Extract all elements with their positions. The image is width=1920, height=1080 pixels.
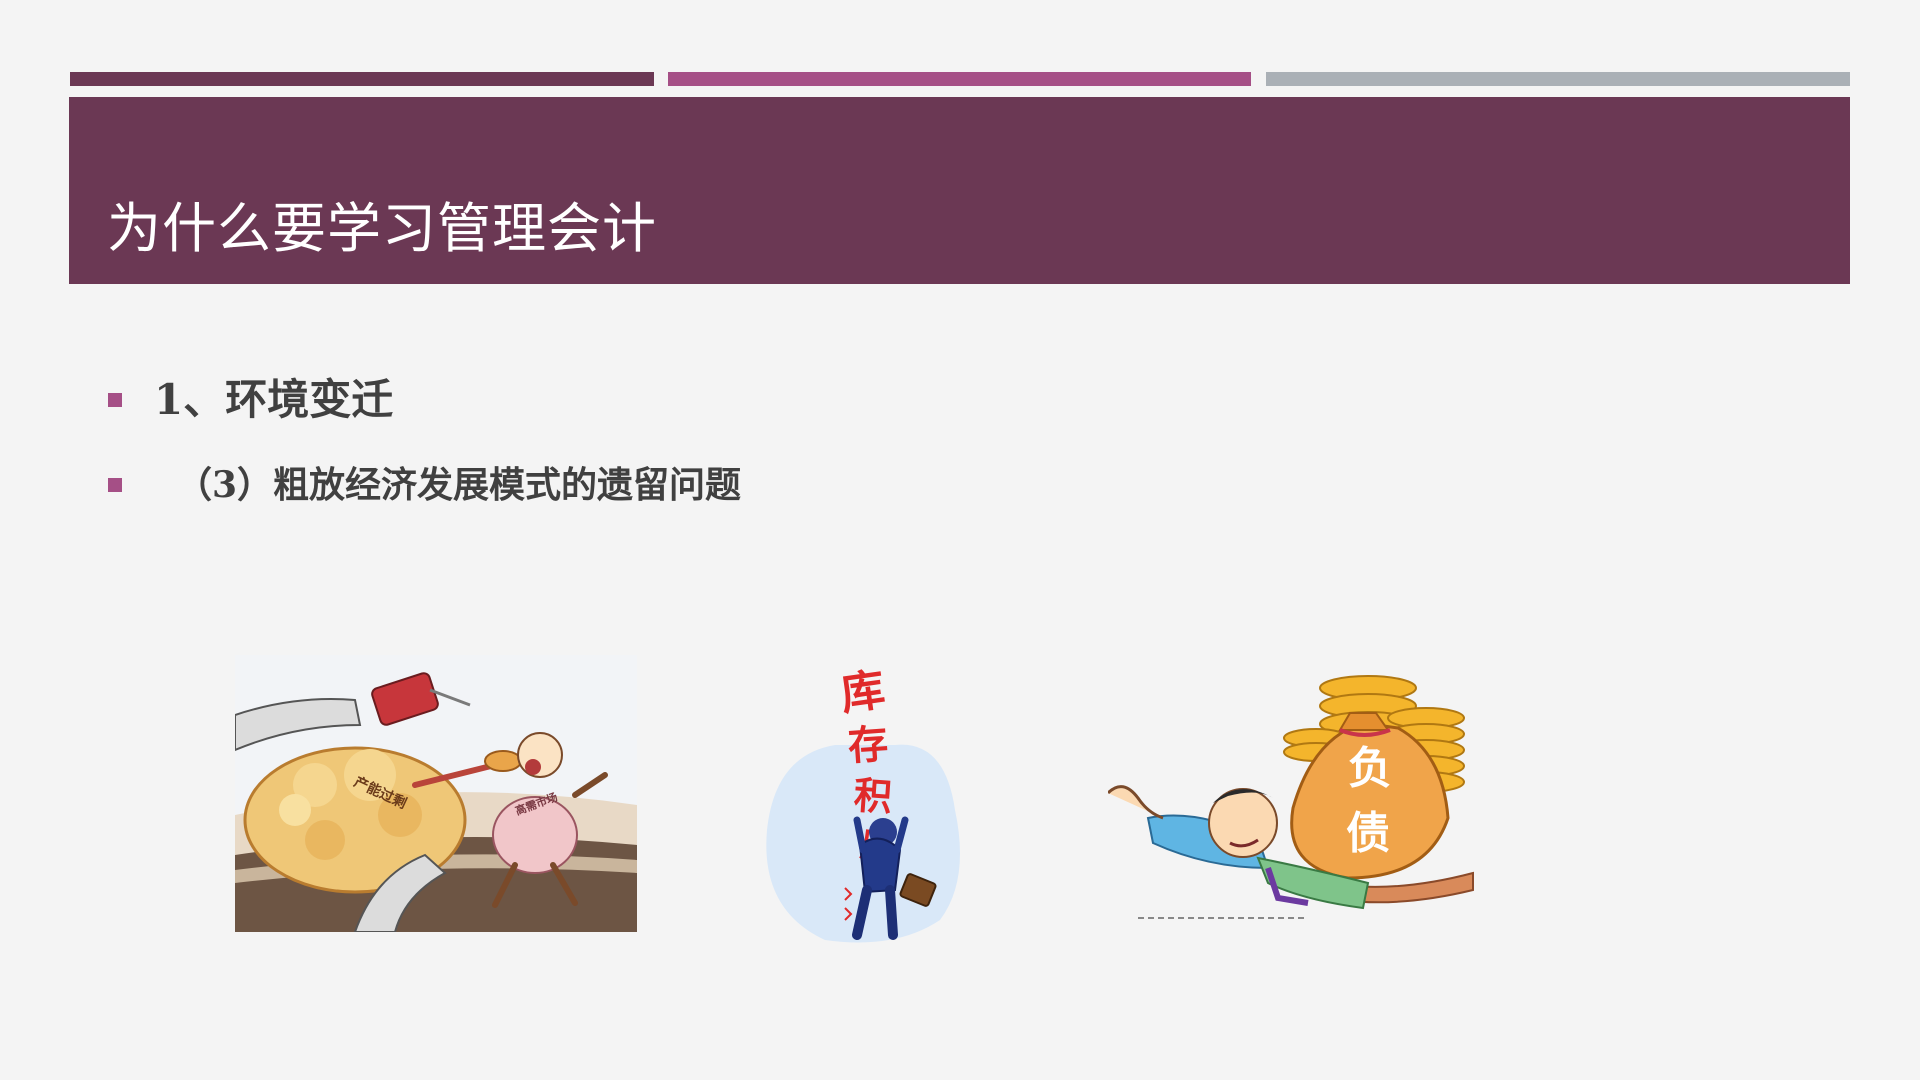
bullet-item-2: （3）粗放经济发展模式的遗留问题 — [108, 460, 741, 510]
square-bullet-icon — [108, 478, 122, 492]
bullet-text: （3）粗放经济发展模式的遗留问题 — [176, 464, 742, 506]
bullet-item-1: 1、环境变迁 — [108, 372, 393, 428]
slide-title: 为什么要学习管理会计 — [107, 197, 657, 260]
title-band: 为什么要学习管理会计 — [69, 97, 1850, 284]
decor-stripe-dark — [70, 72, 654, 86]
debt-label-1: 负 — [1348, 743, 1392, 794]
svg-text:积: 积 — [852, 773, 893, 820]
slide: 为什么要学习管理会计 1、环境变迁 （3）粗放经济发展模式的遗留问题 产能过剩 — [0, 0, 1920, 1080]
inventory-illustration: 库 存 积 压 — [766, 664, 960, 943]
debt-illustration: 负 债 — [1108, 675, 1474, 919]
square-bullet-icon — [108, 393, 122, 407]
svg-text:存: 存 — [846, 721, 889, 770]
bullet-text: 1、环境变迁 — [154, 375, 394, 424]
decor-stripe-pink — [668, 72, 1251, 86]
debt-label-2: 债 — [1346, 808, 1390, 859]
svg-text:库: 库 — [837, 664, 888, 721]
decor-stripe-gray — [1266, 72, 1850, 86]
overcapacity-illustration: 产能过剩 高需市场 — [235, 655, 637, 932]
